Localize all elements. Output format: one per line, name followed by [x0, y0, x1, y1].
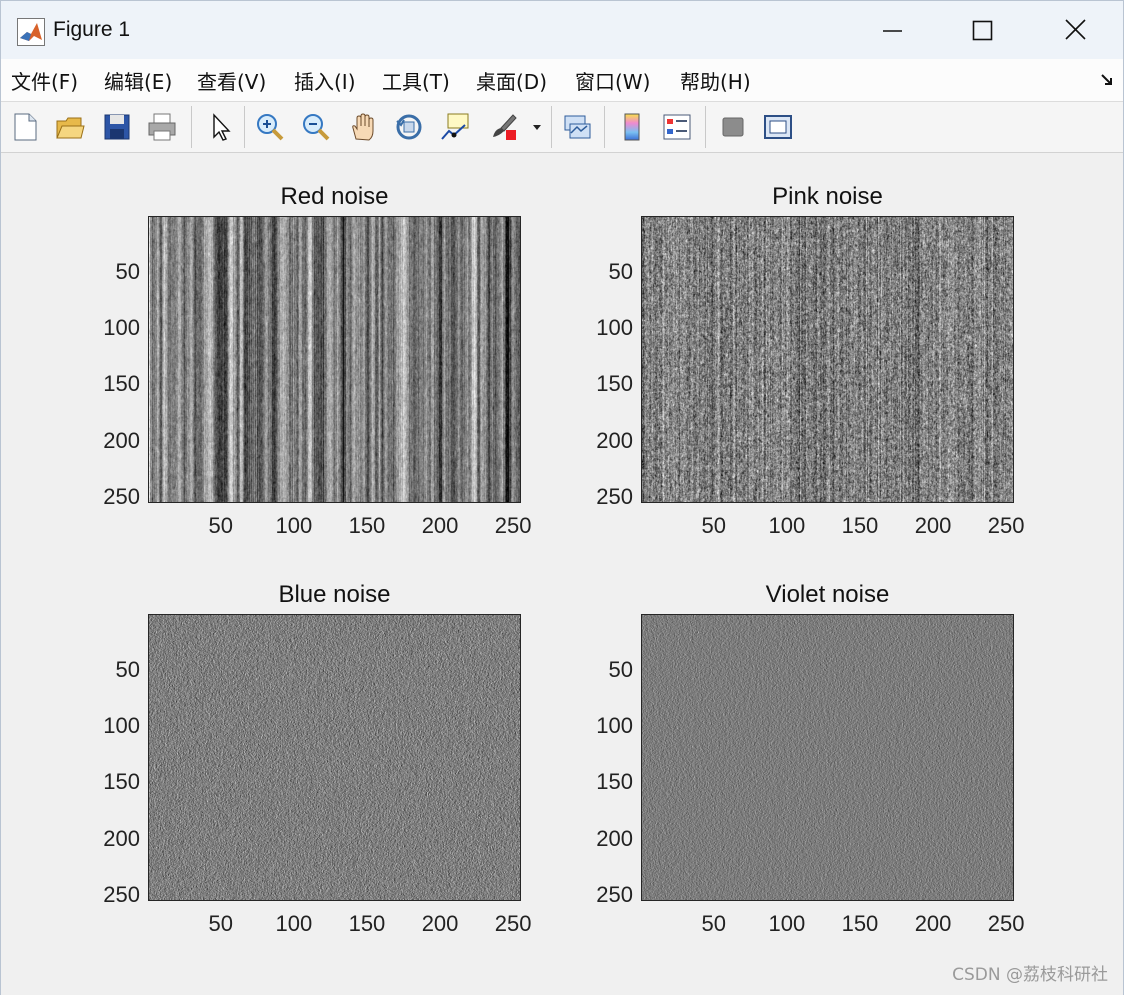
menu-window[interactable]: 窗口(W)	[575, 66, 650, 95]
x-tick-label: 150	[841, 911, 879, 936]
axes-title-blue: Blue noise	[278, 581, 391, 608]
menu-tools[interactable]: 工具(T)	[382, 66, 450, 95]
menu-view[interactable]: 查看(V)	[197, 66, 266, 95]
toolbar	[1, 102, 1123, 153]
y-tick-label: 100	[596, 713, 633, 739]
open-file-icon[interactable]	[52, 109, 88, 145]
toolbar-separator	[604, 106, 605, 148]
menu-file[interactable]: 文件(F)	[11, 66, 78, 95]
maximize-button[interactable]	[960, 11, 1006, 51]
noise-image-canvas	[149, 217, 520, 502]
y-tick-label: 150	[103, 769, 140, 795]
noise-image-canvas	[642, 615, 1013, 900]
toolbar-separator	[551, 106, 552, 148]
y-tick-label: 50	[115, 656, 140, 682]
brush-icon[interactable]	[485, 109, 521, 145]
x-tick-label: 250	[494, 911, 532, 936]
y-tick-label: 250	[596, 881, 633, 907]
y-tick-label: 200	[103, 825, 140, 851]
y-tick-label: 50	[115, 258, 140, 284]
noise-image-blue[interactable]	[148, 614, 521, 901]
y-tick-label: 100	[103, 713, 140, 739]
watermark: CSDN @荔枝科研社	[952, 965, 1108, 985]
show-plot-tools-icon[interactable]	[760, 109, 796, 145]
x-tick-label: 200	[914, 911, 952, 936]
x-tick-label: 100	[275, 513, 313, 538]
y-tick-label: 100	[103, 315, 140, 341]
menu-bar: 文件(F) 编辑(E) 查看(V) 插入(I) 工具(T) 桌面(D) 窗口(W…	[1, 59, 1123, 102]
x-tick-label: 200	[914, 513, 952, 538]
new-figure-icon[interactable]	[7, 109, 43, 145]
noise-image-canvas	[149, 615, 520, 900]
toolbar-separator	[705, 106, 706, 148]
pan-hand-icon[interactable]	[345, 109, 381, 145]
noise-image-canvas	[642, 217, 1013, 502]
x-tick-label: 250	[494, 513, 532, 538]
y-tick-label: 150	[596, 371, 633, 397]
x-tick-label: 250	[987, 911, 1025, 936]
y-tick-label: 200	[103, 427, 140, 453]
link-plot-icon[interactable]	[559, 109, 595, 145]
toolbar-separator	[244, 106, 245, 148]
x-tick-label: 50	[701, 911, 726, 936]
x-tick-label: 100	[768, 513, 806, 538]
brush-dropdown-icon[interactable]	[527, 109, 547, 145]
menu-insert[interactable]: 插入(I)	[294, 66, 356, 95]
close-button[interactable]	[1053, 11, 1099, 51]
x-tick-label: 150	[348, 513, 386, 538]
menu-help[interactable]: 帮助(H)	[680, 66, 751, 95]
y-tick-label: 100	[596, 315, 633, 341]
y-tick-label: 250	[103, 483, 140, 509]
save-icon[interactable]	[99, 109, 135, 145]
x-tick-label: 50	[208, 513, 233, 538]
y-tick-label: 200	[596, 825, 633, 851]
pointer-icon[interactable]	[201, 109, 237, 145]
y-tick-label: 50	[608, 258, 633, 284]
noise-image-pink[interactable]	[641, 216, 1014, 503]
rotate-3d-icon[interactable]	[391, 109, 427, 145]
x-tick-label: 250	[987, 513, 1025, 538]
y-tick-label: 50	[608, 656, 633, 682]
minimize-button[interactable]	[869, 11, 915, 51]
zoom-in-icon[interactable]	[252, 109, 288, 145]
x-tick-label: 200	[421, 513, 459, 538]
noise-image-red[interactable]	[148, 216, 521, 503]
window-title: Figure 1	[53, 18, 131, 41]
y-tick-label: 150	[103, 371, 140, 397]
matlab-logo-icon	[17, 18, 45, 46]
y-tick-label: 200	[596, 427, 633, 453]
print-icon[interactable]	[144, 109, 180, 145]
x-tick-label: 150	[841, 513, 879, 538]
y-tick-label: 250	[596, 483, 633, 509]
title-bar[interactable]: Figure 1	[1, 1, 1123, 59]
y-tick-label: 150	[596, 769, 633, 795]
axes-title-violet: Violet noise	[765, 581, 890, 608]
dock-arrow-icon[interactable]	[1099, 72, 1115, 92]
axes-title-red: Red noise	[280, 183, 389, 210]
x-tick-label: 50	[208, 911, 233, 936]
menu-edit[interactable]: 编辑(E)	[104, 66, 172, 95]
x-tick-label: 100	[768, 911, 806, 936]
toolbar-separator	[191, 106, 192, 148]
colorbar-icon[interactable]	[614, 109, 650, 145]
legend-icon[interactable]	[659, 109, 695, 145]
x-tick-label: 50	[701, 513, 726, 538]
x-tick-label: 150	[348, 911, 386, 936]
x-tick-label: 100	[275, 911, 313, 936]
hide-plot-tools-icon[interactable]	[715, 109, 751, 145]
axes-title-pink: Pink noise	[772, 183, 883, 210]
zoom-out-icon[interactable]	[298, 109, 334, 145]
menu-desktop[interactable]: 桌面(D)	[476, 66, 547, 95]
x-tick-label: 200	[421, 911, 459, 936]
y-tick-label: 250	[103, 881, 140, 907]
data-cursor-icon[interactable]	[437, 109, 473, 145]
noise-image-violet[interactable]	[641, 614, 1014, 901]
